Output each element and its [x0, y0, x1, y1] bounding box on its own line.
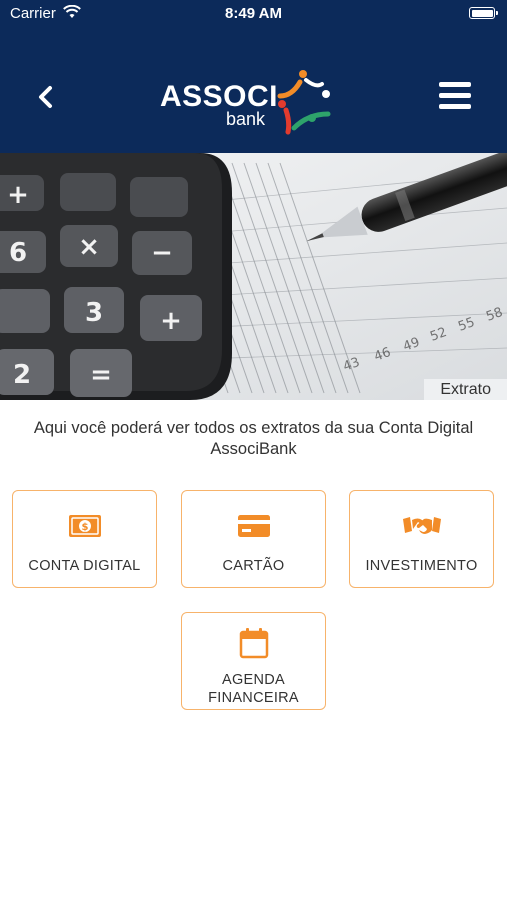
svg-text:+: +: [7, 180, 29, 210]
chevron-left-icon: [39, 86, 52, 108]
calendar-icon: [239, 628, 268, 659]
intro-text: Aqui você poderá ver todos os extratos d…: [33, 419, 474, 458]
hamburger-line: [439, 104, 471, 109]
banknote-icon: $: [68, 515, 101, 537]
handshake-icon: [402, 517, 441, 534]
card-label: AGENDA FINANCEIRA: [208, 672, 299, 706]
card-cartao[interactable]: CARTÃO: [181, 490, 326, 588]
statement-banner: 43 46 49 52 55 58 + 6 × − 3 + 2 = Extrat…: [0, 153, 507, 400]
svg-text:6: 6: [9, 238, 27, 268]
svg-text:+: +: [160, 306, 182, 336]
svg-text:×: ×: [78, 232, 100, 262]
svg-text:3: 3: [85, 298, 103, 328]
svg-text:=: =: [90, 360, 112, 390]
hamburger-line: [439, 82, 471, 87]
battery-icon: [469, 7, 498, 19]
svg-text:2: 2: [13, 360, 31, 390]
card-investimento[interactable]: INVESTIMENTO: [349, 490, 494, 588]
back-button[interactable]: [30, 80, 64, 114]
svg-text:$: $: [81, 522, 88, 533]
hamburger-line: [439, 93, 471, 98]
logo-subtitle: bank: [226, 109, 266, 129]
banner-caption: Extrato: [424, 379, 507, 400]
card-label: CONTA DIGITAL: [28, 558, 141, 574]
app-header: Carrier 8:49 AM ASSOCI bank: [0, 0, 507, 153]
status-time: 8:49 AM: [225, 5, 282, 22]
menu-button[interactable]: [436, 82, 474, 116]
calculator-pen-image: 43 46 49 52 55 58 + 6 × − 3 + 2 =: [0, 153, 507, 400]
card-agenda-financeira[interactable]: AGENDA FINANCEIRA: [181, 612, 326, 710]
card-conta-digital[interactable]: $ CONTA DIGITAL: [12, 490, 157, 588]
card-label: CARTÃO: [222, 558, 285, 574]
associbank-logo: ASSOCI bank: [158, 62, 338, 138]
status-bar: Carrier 8:49 AM: [0, 0, 507, 28]
logo-figures-icon: [277, 70, 331, 135]
credit-card-icon: [237, 515, 270, 537]
svg-text:−: −: [151, 238, 173, 268]
card-label: INVESTIMENTO: [365, 558, 478, 574]
